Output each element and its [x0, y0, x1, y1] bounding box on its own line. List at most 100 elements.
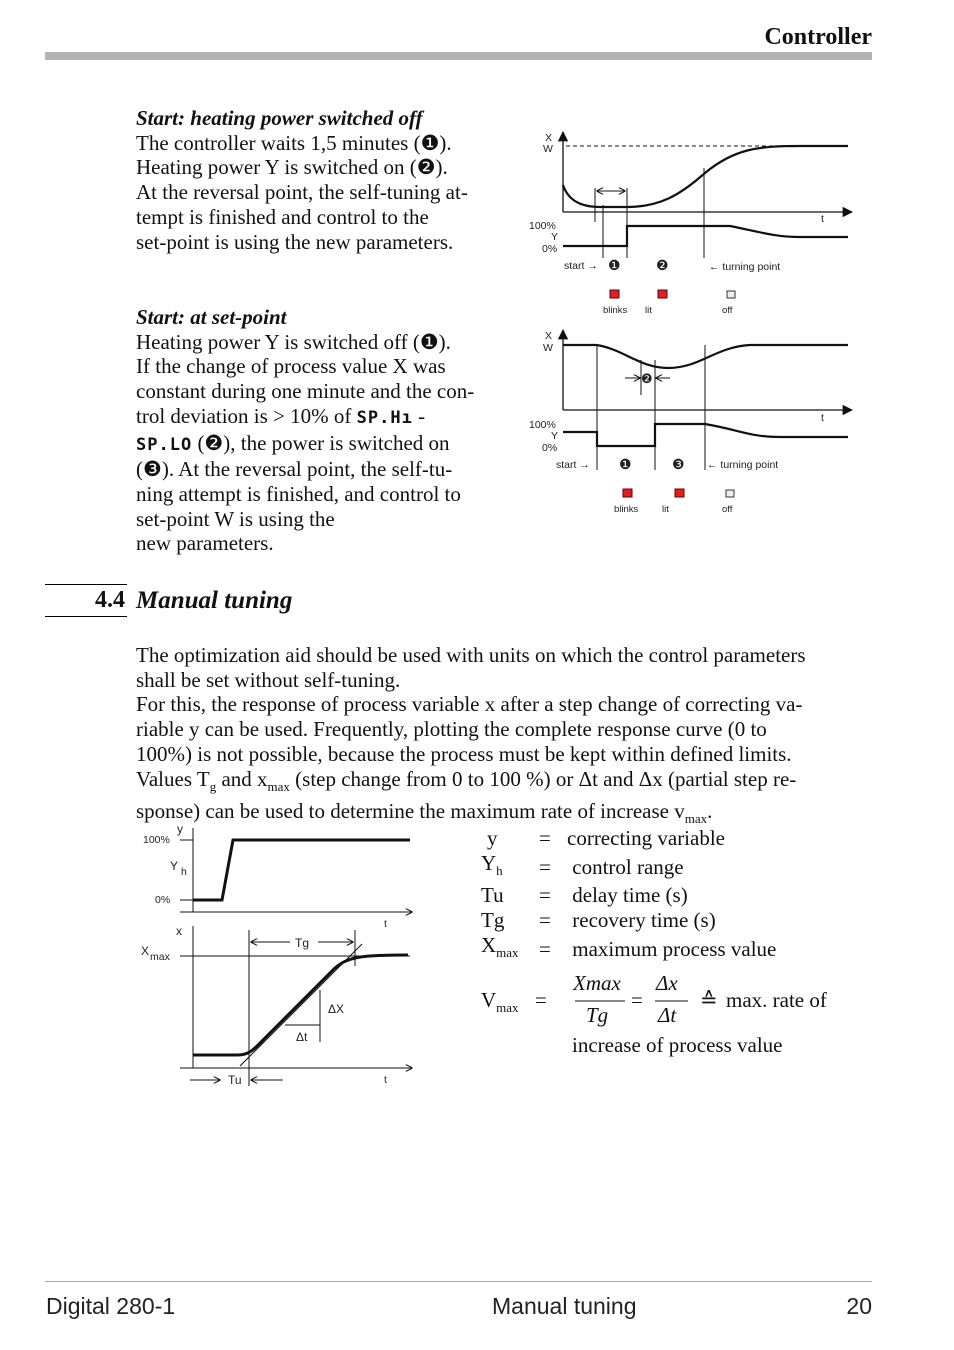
marker-1: ❶ — [619, 456, 632, 472]
description: correcting variable — [567, 826, 725, 850]
label: lit — [645, 305, 652, 316]
label: t — [384, 918, 387, 930]
symbol: Tg — [481, 907, 505, 932]
correcting-variable-step — [193, 838, 410, 902]
symbol: y — [487, 826, 498, 850]
description: maximum process value — [567, 936, 777, 961]
subscript: max — [496, 944, 519, 960]
subscript: h — [496, 862, 503, 878]
label: blinks — [603, 305, 628, 316]
label: h — [181, 866, 187, 878]
legend-table: y = correcting variable Yh = control range … — [481, 826, 776, 965]
self-tuning-diagram-at-setpoint — [557, 328, 854, 498]
denominator: Tg — [586, 1003, 609, 1027]
label: t — [821, 412, 824, 424]
subscript: max — [496, 1000, 519, 1016]
led-blinks-icon — [609, 289, 620, 299]
footer-product: Digital 280-1 — [46, 1293, 176, 1319]
equals: = — [539, 907, 551, 932]
symbol: V — [481, 988, 497, 1012]
label: ← turning point — [707, 459, 778, 471]
equals: = — [535, 988, 547, 1012]
formula-v: Vmax — [481, 988, 519, 1016]
section-title: Manual tuning — [136, 587, 293, 614]
text-line: For this, the response of process variab… — [136, 692, 803, 717]
text: . — [707, 799, 713, 824]
text-line: shall be set without self-tuning. — [136, 667, 401, 692]
label: 0% — [542, 243, 557, 255]
led-lit-icon — [674, 488, 685, 498]
label: X — [545, 330, 552, 342]
section-number: 4.4 — [95, 587, 125, 613]
self-tuning-diagram-heating-off — [557, 130, 854, 299]
label: Tg — [295, 936, 309, 950]
legend: y = correcting variable Yh = control range … — [481, 826, 776, 965]
subscript: max — [684, 811, 708, 827]
diagram2-labels: X W t 100% Y 0% start → ❶ ❷ ❸ ← turning … — [529, 330, 824, 515]
marker-3: ❸ — [672, 456, 685, 472]
equals: = — [539, 826, 551, 850]
subscript: max — [267, 778, 290, 794]
text: and x — [216, 766, 268, 791]
numerator: Xmax — [573, 971, 621, 995]
equals: = — [539, 936, 551, 961]
led-blinks-icon — [622, 488, 633, 498]
label: t — [821, 213, 824, 225]
step-response-figure — [180, 828, 412, 1086]
label: 0% — [542, 442, 557, 454]
description: recovery time (s) — [567, 907, 716, 932]
figure-labels: 100% y Y h 0% t x X max Tg ΔX Δt Tu t — [141, 822, 387, 1087]
text-line: 100%) is not possible, because the proce… — [136, 741, 792, 766]
legend-row: Yh = control range — [481, 851, 776, 884]
led-lit-icon — [657, 289, 668, 299]
text: (step change from 0 to 100 %) or Δt and … — [289, 766, 797, 791]
label: 0% — [155, 894, 170, 906]
symbol: Y — [481, 850, 497, 875]
numerator: Δx — [656, 971, 678, 995]
marker-2: ❷ — [656, 257, 669, 273]
label: Δt — [296, 1030, 308, 1044]
description: delay time (s) — [567, 883, 688, 908]
footer-section: Manual tuning — [492, 1293, 637, 1319]
label: Y — [551, 231, 558, 243]
equals: = — [539, 854, 551, 879]
label: start → — [556, 459, 590, 471]
label: max — [150, 951, 171, 963]
formula-text: max. rate of — [726, 988, 827, 1012]
text-line: Values Tg and xmax (step change from 0 t… — [136, 767, 806, 800]
equals: = — [631, 988, 643, 1012]
corresponds-symbol: ≙ — [700, 988, 718, 1012]
equals: = — [539, 883, 551, 908]
marker-1: ❶ — [608, 257, 621, 273]
diagram1-labels: X W t 100% Y 0% start → ❶ ❷ ← turning po… — [529, 132, 824, 316]
label: off — [722, 305, 733, 316]
text: sponse) can be used to determine the max… — [136, 799, 685, 824]
formula-text: increase of process value — [572, 1033, 783, 1057]
marker-2: ❷ — [641, 371, 653, 386]
legend-row: Xmax = maximum process value — [481, 933, 776, 966]
label: 100% — [143, 834, 170, 846]
label: Y — [170, 859, 178, 873]
symbol: Tu — [481, 883, 504, 908]
label: Tu — [228, 1073, 242, 1087]
description: control range — [567, 854, 684, 879]
process-value-curve — [561, 144, 848, 209]
label: W — [543, 143, 553, 155]
legend-row: Tu = delay time (s) — [481, 883, 776, 908]
label: blinks — [614, 504, 639, 515]
power-curve — [563, 224, 848, 248]
led-off-icon — [726, 290, 736, 299]
label: ΔX — [328, 1002, 344, 1016]
page-number: 20 — [846, 1293, 872, 1319]
label: ← turning point — [709, 261, 780, 273]
text-line: The optimization aid should be used with… — [136, 643, 806, 667]
text-line: riable y can be used. Frequently, plotti… — [136, 717, 767, 742]
legend-row: Tg = recovery time (s) — [481, 908, 776, 933]
document-page: Controller Start: heating power switched… — [0, 0, 954, 1350]
label: x — [176, 924, 182, 938]
label: X — [141, 944, 149, 958]
footer-rule — [45, 1281, 872, 1282]
symbol: X — [481, 932, 497, 957]
denominator: Δt — [658, 1003, 677, 1027]
led-off-icon — [725, 489, 735, 498]
